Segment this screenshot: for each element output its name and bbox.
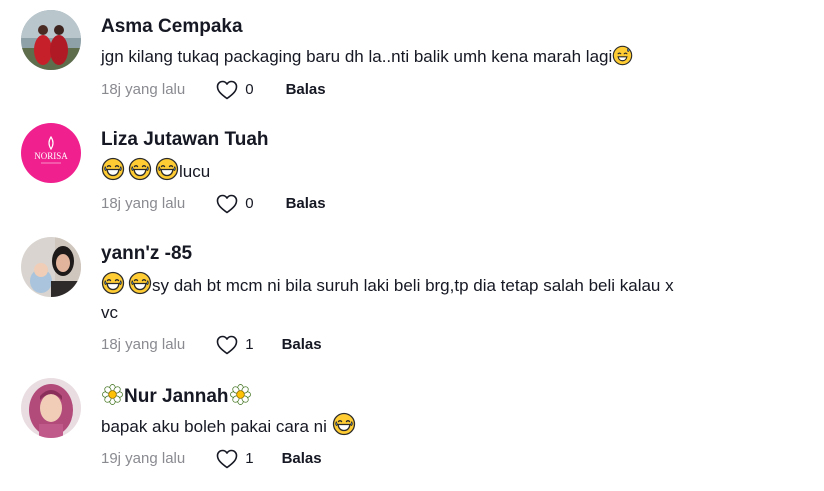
reply-button[interactable]: Balas bbox=[286, 80, 326, 100]
daisy-flower-emoji-icon bbox=[229, 383, 252, 406]
comment-time: 19j yang lalu bbox=[101, 450, 186, 467]
avatar-logo-text: NORISA bbox=[34, 151, 68, 161]
avatar[interactable] bbox=[21, 10, 81, 70]
heart-icon bbox=[215, 192, 239, 216]
comment-time: 18j yang lalu bbox=[101, 336, 186, 353]
comment-meta: 18j yang lalu 1 Balas bbox=[101, 333, 322, 357]
reply-button[interactable]: Balas bbox=[286, 194, 326, 214]
avatar[interactable] bbox=[21, 378, 81, 438]
comment-username[interactable]: Asma Cempaka bbox=[101, 15, 243, 39]
like-button[interactable]: 1 bbox=[215, 333, 254, 357]
like-count: 0 bbox=[245, 195, 254, 212]
like-count: 0 bbox=[245, 81, 254, 98]
comment-username[interactable]: Nur Jannah bbox=[101, 383, 252, 409]
avatar-image bbox=[21, 378, 81, 438]
reply-button[interactable]: Balas bbox=[282, 335, 322, 355]
laughing-tears-emoji-icon bbox=[128, 157, 152, 181]
comment-meta: 18j yang lalu 0 Balas bbox=[101, 78, 326, 102]
heart-icon bbox=[215, 447, 239, 471]
like-button[interactable]: 0 bbox=[215, 78, 254, 102]
comment-time: 18j yang lalu bbox=[101, 81, 186, 98]
like-button[interactable]: 0 bbox=[215, 192, 254, 216]
avatar-image bbox=[21, 10, 81, 70]
comment-meta: 18j yang lalu 0 Balas bbox=[101, 192, 326, 216]
comment-username[interactable]: Liza Jutawan Tuah bbox=[101, 128, 269, 152]
comment-text: sy dah bt mcm ni bila suruh laki beli br… bbox=[101, 271, 791, 326]
comment-text: lucu bbox=[101, 157, 791, 185]
laughing-tears-emoji-icon bbox=[101, 157, 125, 181]
laughing-tears-emoji-icon bbox=[128, 271, 152, 295]
avatar[interactable] bbox=[21, 237, 81, 297]
heart-icon bbox=[215, 78, 239, 102]
laughing-tears-emoji-icon bbox=[332, 412, 356, 436]
heart-icon bbox=[215, 333, 239, 357]
sweat-smile-emoji-icon bbox=[612, 45, 633, 66]
reply-button[interactable]: Balas bbox=[282, 449, 322, 469]
like-count: 1 bbox=[245, 336, 254, 353]
like-count: 1 bbox=[245, 450, 254, 467]
daisy-flower-emoji-icon bbox=[101, 383, 124, 406]
avatar-image: NORISA bbox=[21, 123, 81, 183]
like-button[interactable]: 1 bbox=[215, 447, 254, 471]
comment-text: bapak aku boleh pakai cara ni bbox=[101, 412, 791, 440]
comment-text: jgn kilang tukaq packaging baru dh la..n… bbox=[101, 43, 791, 70]
comment-time: 18j yang lalu bbox=[101, 195, 186, 212]
laughing-tears-emoji-icon bbox=[155, 157, 179, 181]
comment-username[interactable]: yann'z -85 bbox=[101, 242, 192, 266]
comment-meta: 19j yang lalu 1 Balas bbox=[101, 447, 322, 471]
avatar[interactable]: NORISA bbox=[21, 123, 81, 183]
laughing-tears-emoji-icon bbox=[101, 271, 125, 295]
avatar-image bbox=[21, 237, 81, 297]
